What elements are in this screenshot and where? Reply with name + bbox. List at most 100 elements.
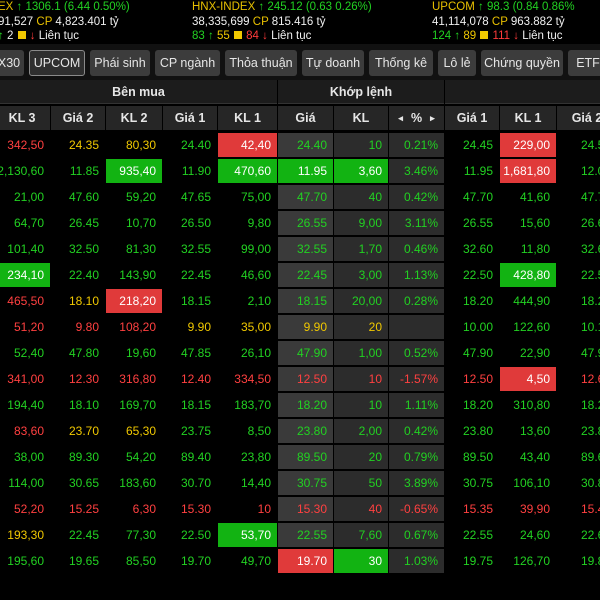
ref-square-icon <box>480 30 489 39</box>
column-header-g2[interactable]: Giá 2 <box>51 106 105 130</box>
cell-kl: 3,00 <box>334 263 388 287</box>
column-header-pct[interactable]: ◂% ▸ <box>389 106 444 130</box>
cell-gia: 22.45 <box>278 263 333 287</box>
cell-kl: 7,60 <box>334 523 388 547</box>
table-row[interactable]: 51,20 9.80 108,20 9.90 35,00 9.90 20 10.00 122,6… <box>0 314 600 340</box>
column-header-kl[interactable]: KL <box>334 106 388 130</box>
tab-cp-nganh[interactable]: CP ngành <box>155 50 220 76</box>
cell-kl: 10 <box>334 367 388 391</box>
index-vnindex[interactable]: EX ↑ 1306.1 (6.44 0.50%) 91,527 CP 4,823… <box>0 0 183 44</box>
table-row[interactable]: 83,60 23.70 65,30 23.75 8,50 23.80 2,00 0.42% 23… <box>0 418 600 444</box>
cell-kl1: 49,70 <box>240 554 271 568</box>
cell-g1: 47.65 <box>180 190 211 204</box>
table-row[interactable]: 38,00 89.30 54,20 89.40 23,80 89.50 20 0.79% 89.… <box>0 444 600 470</box>
tab-tu-doanh[interactable]: Tự doanh <box>302 50 364 76</box>
cell-sg1: 22.50 <box>462 268 493 282</box>
cell-kl3: 341,00 <box>7 372 44 386</box>
table-row[interactable]: 52,20 15.25 6,30 15.30 10 15.30 40 -0.65% 15.35 3… <box>0 496 600 522</box>
tab-chung-quyen[interactable]: Chứng quyền <box>481 50 563 76</box>
column-header-sg1[interactable]: Giá 1 <box>445 106 499 130</box>
cell-kl1: 75,00 <box>240 190 271 204</box>
cell-skl1: 1,681,80 <box>500 159 556 183</box>
cell-skl1: 229,00 <box>500 133 556 157</box>
cell-kl3: 21,00 <box>13 190 44 204</box>
cell-pct <box>389 315 444 339</box>
table-row[interactable]: 114,00 30.65 183,60 30.70 14,40 30.75 50 3.89% 3… <box>0 470 600 496</box>
cell-kl1: 183,70 <box>234 398 271 412</box>
cell-skl1: 444,90 <box>513 294 550 308</box>
cell-kl: 20 <box>334 445 388 469</box>
tab-thong-ke[interactable]: Thống kê <box>369 50 433 76</box>
cell-pct: 3.46% <box>389 159 444 183</box>
table-row[interactable]: 52,40 47.80 19,60 47.85 26,10 47.90 1,00 0.52% 4… <box>0 340 600 366</box>
column-header-kl1[interactable]: KL 1 <box>218 106 277 130</box>
cell-g1: 11.90 <box>181 164 211 178</box>
cell-kl3: 195,60 <box>7 554 44 568</box>
tab-etf[interactable]: ETF <box>568 50 600 76</box>
cell-g2: 47.80 <box>68 346 99 360</box>
group-buy-header: Bên mua <box>0 80 277 104</box>
table-row[interactable]: 21,00 47.60 59,20 47.65 75,00 47.70 40 0.42% 47.… <box>0 184 600 210</box>
column-header-gia[interactable]: Giá <box>278 106 333 130</box>
cell-sg1: 26.55 <box>462 216 493 230</box>
tab-upcom[interactable]: UPCOM <box>29 50 85 76</box>
cell-sg2: 22.55 <box>580 268 600 282</box>
cell-kl1: 10 <box>257 502 271 516</box>
tab-lo-le[interactable]: Lô lẻ <box>438 50 476 76</box>
cell-sg1: 22.55 <box>462 528 493 542</box>
table-row[interactable]: 194,40 18.10 169,70 18.15 183,70 18.20 10 1.11%… <box>0 392 600 418</box>
index-hnx[interactable]: HNX-INDEX ↑ 245.12 (0.63 0.26%) 38,335,6… <box>192 0 422 44</box>
ref-count: 89 <box>463 30 477 42</box>
cell-kl1: 23,80 <box>240 450 271 464</box>
table-row[interactable]: 64,70 26.45 10,70 26.50 9,80 26.55 9,00 3.11% 26… <box>0 210 600 236</box>
cell-gia: 89.50 <box>278 445 333 469</box>
cell-kl2: 108,20 <box>119 320 156 334</box>
column-header-kl3[interactable]: KL 3 <box>0 106 50 130</box>
cell-sg1: 32.60 <box>462 242 493 256</box>
cell-sg2: 12.60 <box>580 372 600 386</box>
cell-sg2: 19.80 <box>580 554 600 568</box>
cell-gia: 30.75 <box>278 471 333 495</box>
cp-label: CP <box>36 15 53 28</box>
cell-skl1: 13,60 <box>519 424 550 438</box>
table-row[interactable]: 342,50 24.35 80,30 24.40 42,40 24.40 10 0.21% 24… <box>0 132 600 158</box>
cell-skl1: 106,10 <box>513 476 550 490</box>
column-header-g1[interactable]: Giá 1 <box>163 106 217 130</box>
cell-kl1: 2,10 <box>247 294 271 308</box>
table-row[interactable]: 341,00 12.30 316,80 12.40 334,50 12.50 10 -1.57… <box>0 366 600 392</box>
cell-gia: 47.90 <box>278 341 333 365</box>
cell-kl: 1,70 <box>334 237 388 261</box>
cell-kl: 20,00 <box>334 289 388 313</box>
cell-skl1: 4,50 <box>500 367 556 391</box>
cell-sg2: 10.10 <box>580 320 600 334</box>
cell-sg2: 22.60 <box>580 528 600 542</box>
caret-right-icon[interactable]: ▸ <box>430 113 435 124</box>
tab-x30[interactable]: X30 <box>0 50 24 76</box>
cell-sg1: 89.50 <box>462 450 493 464</box>
table-row[interactable]: 195,60 19.65 85,50 19.70 49,70 19.70 30 1.03% 19… <box>0 548 600 574</box>
column-header-sg2[interactable]: Giá 2 <box>557 106 600 130</box>
cell-g1: 12.40 <box>180 372 211 386</box>
tab-thoa-thuan[interactable]: Thỏa thuận <box>225 50 297 76</box>
cell-sg2: 18.25 <box>580 398 600 412</box>
cell-skl1: 310,80 <box>513 398 550 412</box>
column-header-skl1[interactable]: KL 1 <box>500 106 556 130</box>
cell-pct: 1.13% <box>389 263 444 287</box>
table-row[interactable]: 101,40 32.50 81,30 32.55 99,00 32.55 1,70 0.46%… <box>0 236 600 262</box>
tab-phai-sinh[interactable]: Phái sinh <box>90 50 150 76</box>
cell-gia: 9.90 <box>278 315 333 339</box>
table-row[interactable]: 2,130,60 11.85 935,40 11.90 470,60 11.95 3,60 3… <box>0 158 600 184</box>
index-upcom[interactable]: UPCOM ↑ 98.3 (0.84 0.86% 41,114,078 CP 9… <box>432 0 600 44</box>
cell-gia: 11.95 <box>278 159 333 183</box>
cell-kl3: 52,40 <box>13 346 44 360</box>
cell-g2: 11.85 <box>69 164 99 178</box>
cell-g1: 89.40 <box>180 450 211 464</box>
table-row[interactable]: 234,10 22.40 143,90 22.45 46,60 22.45 3,00 1.13… <box>0 262 600 288</box>
cell-gia: 22.55 <box>278 523 333 547</box>
table-row[interactable]: 465,50 18.10 218,20 18.15 2,10 18.15 20,00 0.28… <box>0 288 600 314</box>
cell-kl2: 183,60 <box>119 476 156 490</box>
caret-left-icon[interactable]: ◂ <box>398 113 403 124</box>
table-row[interactable]: 193,30 22.45 77,30 22.50 53,70 22.55 7,60 0.67%… <box>0 522 600 548</box>
column-header-kl2[interactable]: KL 2 <box>106 106 162 130</box>
cell-skl1: 11,80 <box>520 242 550 256</box>
